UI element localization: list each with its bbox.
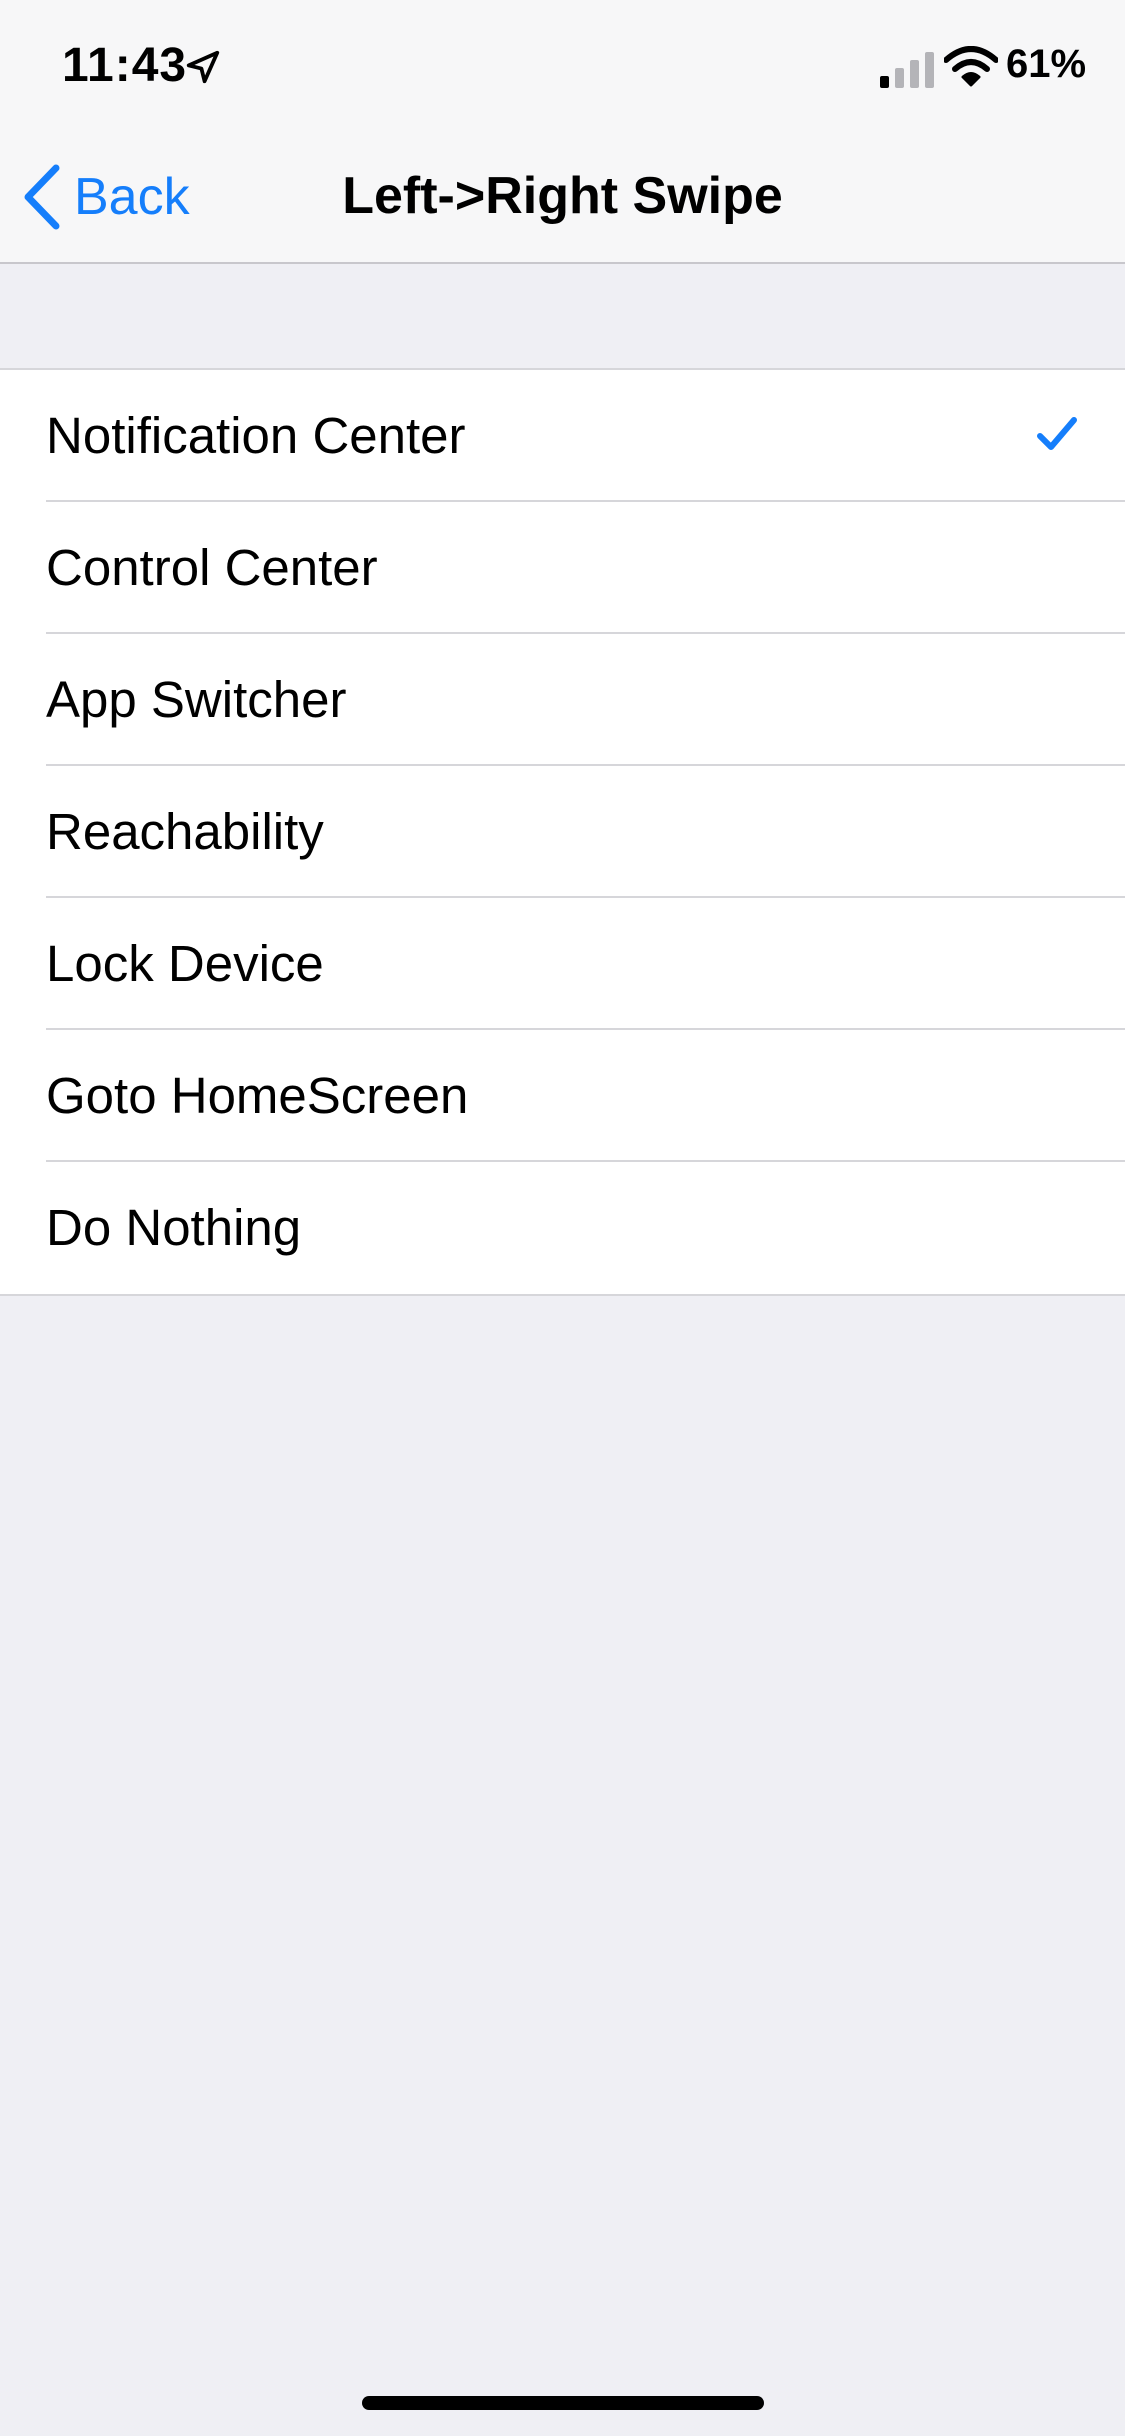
option-label: Goto HomeScreen [46, 1067, 469, 1124]
back-label: Back [74, 168, 190, 226]
option-label: Do Nothing [46, 1199, 302, 1256]
location-arrow-icon [186, 50, 220, 84]
option-label: Control Center [46, 539, 378, 596]
option-reachability[interactable]: Reachability [0, 766, 1125, 898]
option-label: Notification Center [46, 407, 466, 464]
option-label: Lock Device [46, 935, 324, 992]
option-do-nothing[interactable]: Do Nothing [0, 1162, 1125, 1294]
status-time: 11:43 [62, 39, 188, 92]
option-goto-homescreen[interactable]: Goto HomeScreen [0, 1030, 1125, 1162]
battery-percentage: 61% [1006, 42, 1087, 86]
option-label: App Switcher [46, 671, 347, 728]
navigation-bar: Left->Right Swipe Back [0, 132, 1125, 264]
checkmark-icon [1037, 417, 1077, 450]
wifi-icon [944, 46, 998, 87]
option-label: Reachability [46, 803, 324, 860]
option-control-center[interactable]: Control Center [0, 502, 1125, 634]
home-indicator[interactable] [362, 2396, 764, 2410]
option-lock-device[interactable]: Lock Device [0, 898, 1125, 1030]
chevron-left-icon [24, 164, 60, 230]
swipe-action-list: Notification Center Control Center App S… [0, 368, 1125, 1296]
back-button[interactable]: Back [22, 162, 190, 232]
option-app-switcher[interactable]: App Switcher [0, 634, 1125, 766]
cellular-signal-icon [880, 52, 934, 88]
option-notification-center[interactable]: Notification Center [0, 370, 1125, 502]
status-bar: 11:43 61% [0, 0, 1125, 132]
